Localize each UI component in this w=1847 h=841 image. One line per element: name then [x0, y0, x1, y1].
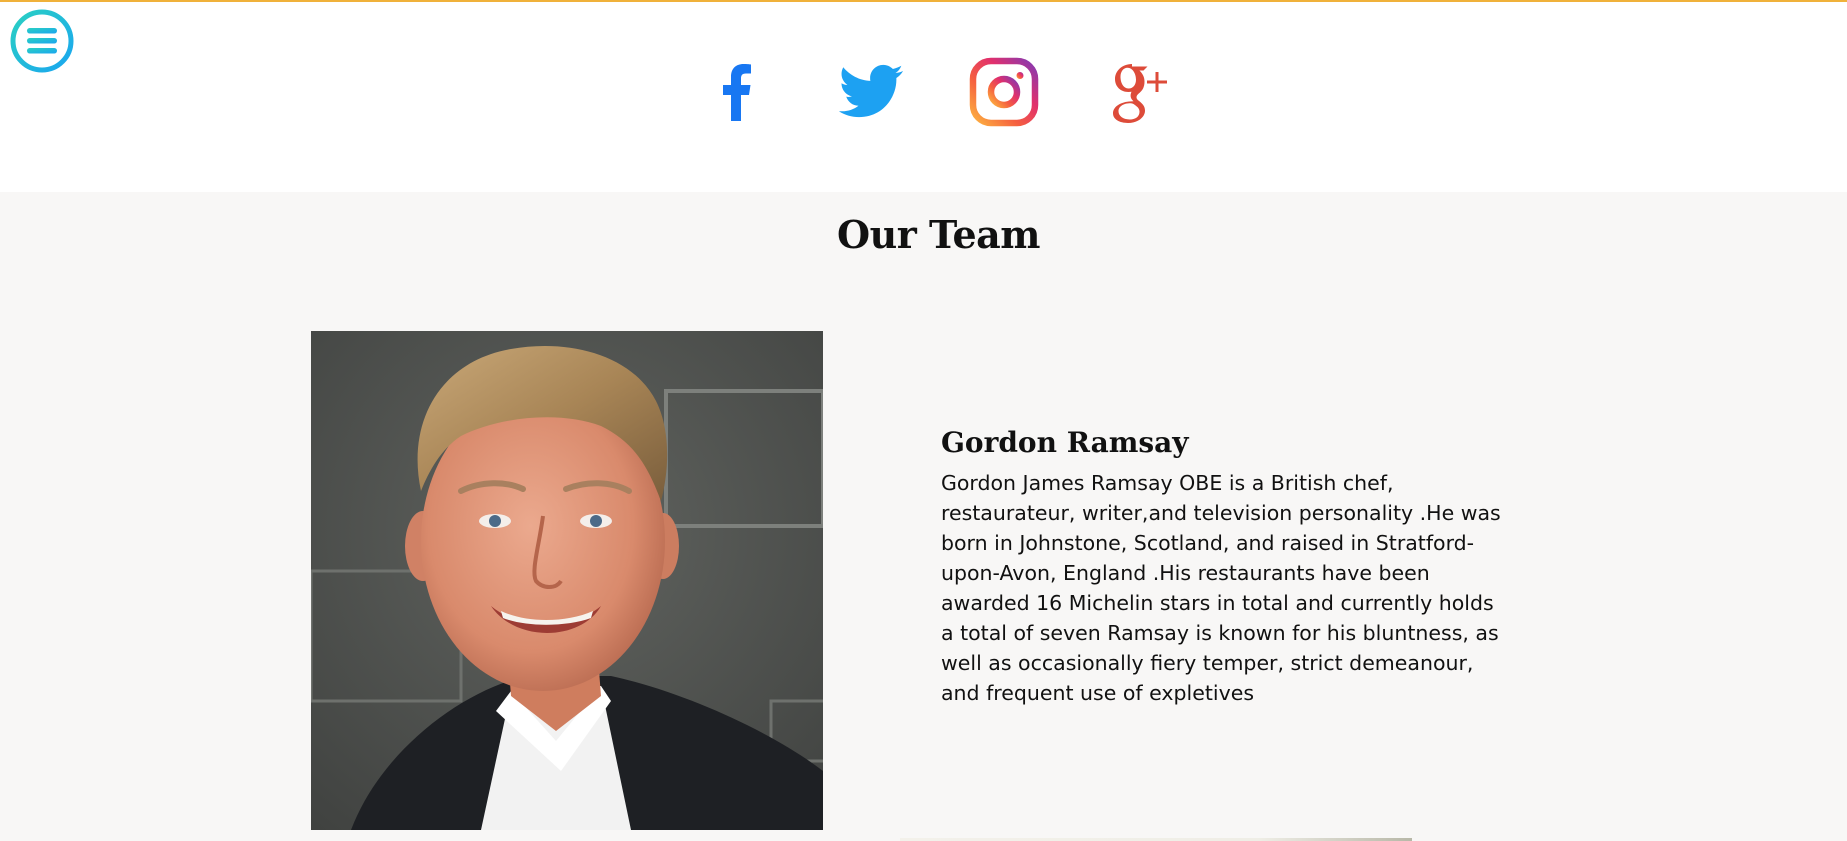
social-links-bar — [0, 2, 1847, 192]
team-section: Our Team Gordon Ramsay Gordon James Rams… — [0, 192, 1847, 841]
member-name: Gordon Ramsay — [941, 426, 1189, 459]
member-bio: Gordon James Ramsay OBE is a British che… — [941, 471, 1501, 705]
member-photo — [311, 331, 823, 830]
hamburger-menu-icon — [10, 9, 74, 73]
hamburger-menu-button[interactable] — [10, 9, 74, 73]
instagram-icon[interactable] — [969, 57, 1039, 127]
google-plus-icon[interactable] — [1102, 57, 1172, 127]
section-title: Our Team — [837, 212, 1040, 257]
facebook-icon[interactable] — [703, 57, 773, 127]
twitter-icon[interactable] — [836, 57, 906, 127]
